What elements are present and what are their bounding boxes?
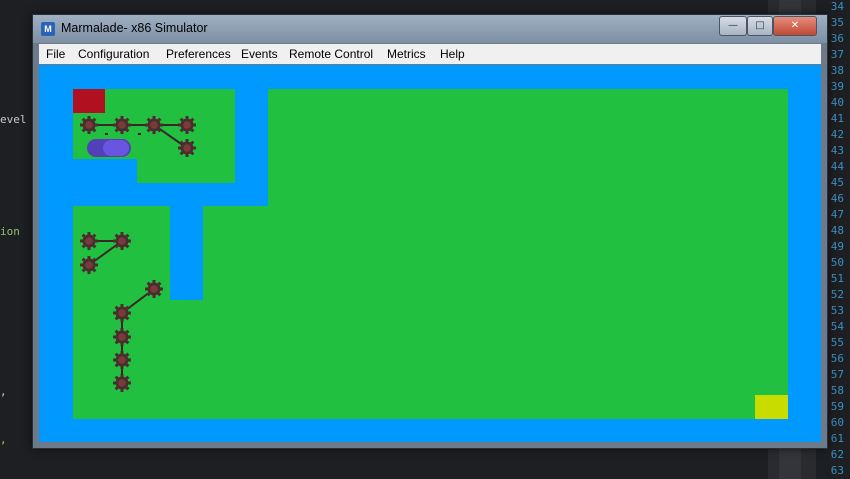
- line-number: 45: [830, 176, 844, 189]
- gear-node-icon: [113, 304, 131, 322]
- code-fragment: evel: [0, 113, 27, 126]
- code-fragment: ion: [0, 225, 20, 238]
- line-number: 59: [830, 400, 844, 413]
- code-fragment: ,: [0, 433, 7, 446]
- line-number: 40: [830, 96, 844, 109]
- line-number: 53: [830, 304, 844, 317]
- maximize-button[interactable]: □: [747, 16, 773, 36]
- menu-help[interactable]: Help: [440, 47, 465, 61]
- line-number: 37: [830, 48, 844, 61]
- gear-node-icon: [113, 116, 131, 134]
- line-number: 63: [830, 464, 844, 477]
- gear-node-icon: [113, 232, 131, 250]
- line-number: 36: [830, 32, 844, 45]
- line-number: 55: [830, 336, 844, 349]
- gear-node-icon: [145, 280, 163, 298]
- line-number: 46: [830, 192, 844, 205]
- gear-node-icon: [80, 256, 98, 274]
- line-number: 38: [830, 64, 844, 77]
- line-number: 61: [830, 432, 844, 445]
- line-number: 34: [830, 0, 844, 13]
- minimize-button[interactable]: —: [719, 16, 747, 36]
- line-number: 58: [830, 384, 844, 397]
- menu-bar: File Configuration Preferences Events Re…: [39, 44, 821, 64]
- line-number: 44: [830, 160, 844, 173]
- line-number: 54: [830, 320, 844, 333]
- line-number: 42: [830, 128, 844, 141]
- line-number: 62: [830, 448, 844, 461]
- menu-preferences[interactable]: Preferences: [166, 47, 231, 61]
- line-number: 43: [830, 144, 844, 157]
- gear-node-icon: [113, 351, 131, 369]
- window-title: Marmalade- x86 Simulator: [61, 21, 208, 35]
- line-number: 48: [830, 224, 844, 237]
- line-number: 35: [830, 16, 844, 29]
- close-button[interactable]: ✕: [773, 16, 817, 36]
- game-canvas[interactable]: [39, 65, 821, 442]
- line-number: 50: [830, 256, 844, 269]
- player-character: [87, 139, 131, 157]
- line-number: 51: [830, 272, 844, 285]
- gear-node-icon: [145, 116, 163, 134]
- line-number: 49: [830, 240, 844, 253]
- dot-marker: [138, 133, 141, 135]
- line-number: 47: [830, 208, 844, 221]
- menu-metrics[interactable]: Metrics: [387, 47, 426, 61]
- menu-configuration[interactable]: Configuration: [78, 47, 149, 61]
- gear-node-icon: [80, 232, 98, 250]
- line-number: 41: [830, 112, 844, 125]
- menu-remote-control[interactable]: Remote Control: [289, 47, 373, 61]
- gear-node-icon: [80, 116, 98, 134]
- menu-events[interactable]: Events: [241, 47, 278, 61]
- gear-node-icon: [178, 116, 196, 134]
- line-number: 57: [830, 368, 844, 381]
- code-fragment: ,: [0, 385, 7, 398]
- title-bar[interactable]: M Marmalade- x86 Simulator — □ ✕: [33, 15, 827, 43]
- marmalade-app-icon: M: [41, 22, 55, 36]
- gear-node-icon: [113, 328, 131, 346]
- line-number: 56: [830, 352, 844, 365]
- line-number: 52: [830, 288, 844, 301]
- menu-file[interactable]: File: [46, 47, 65, 61]
- gear-node-icon: [113, 374, 131, 392]
- line-number: 39: [830, 80, 844, 93]
- simulator-window: M Marmalade- x86 Simulator — □ ✕ File Co…: [32, 14, 828, 449]
- gear-node-icon: [178, 139, 196, 157]
- dot-marker: [105, 133, 108, 135]
- line-number: 60: [830, 416, 844, 429]
